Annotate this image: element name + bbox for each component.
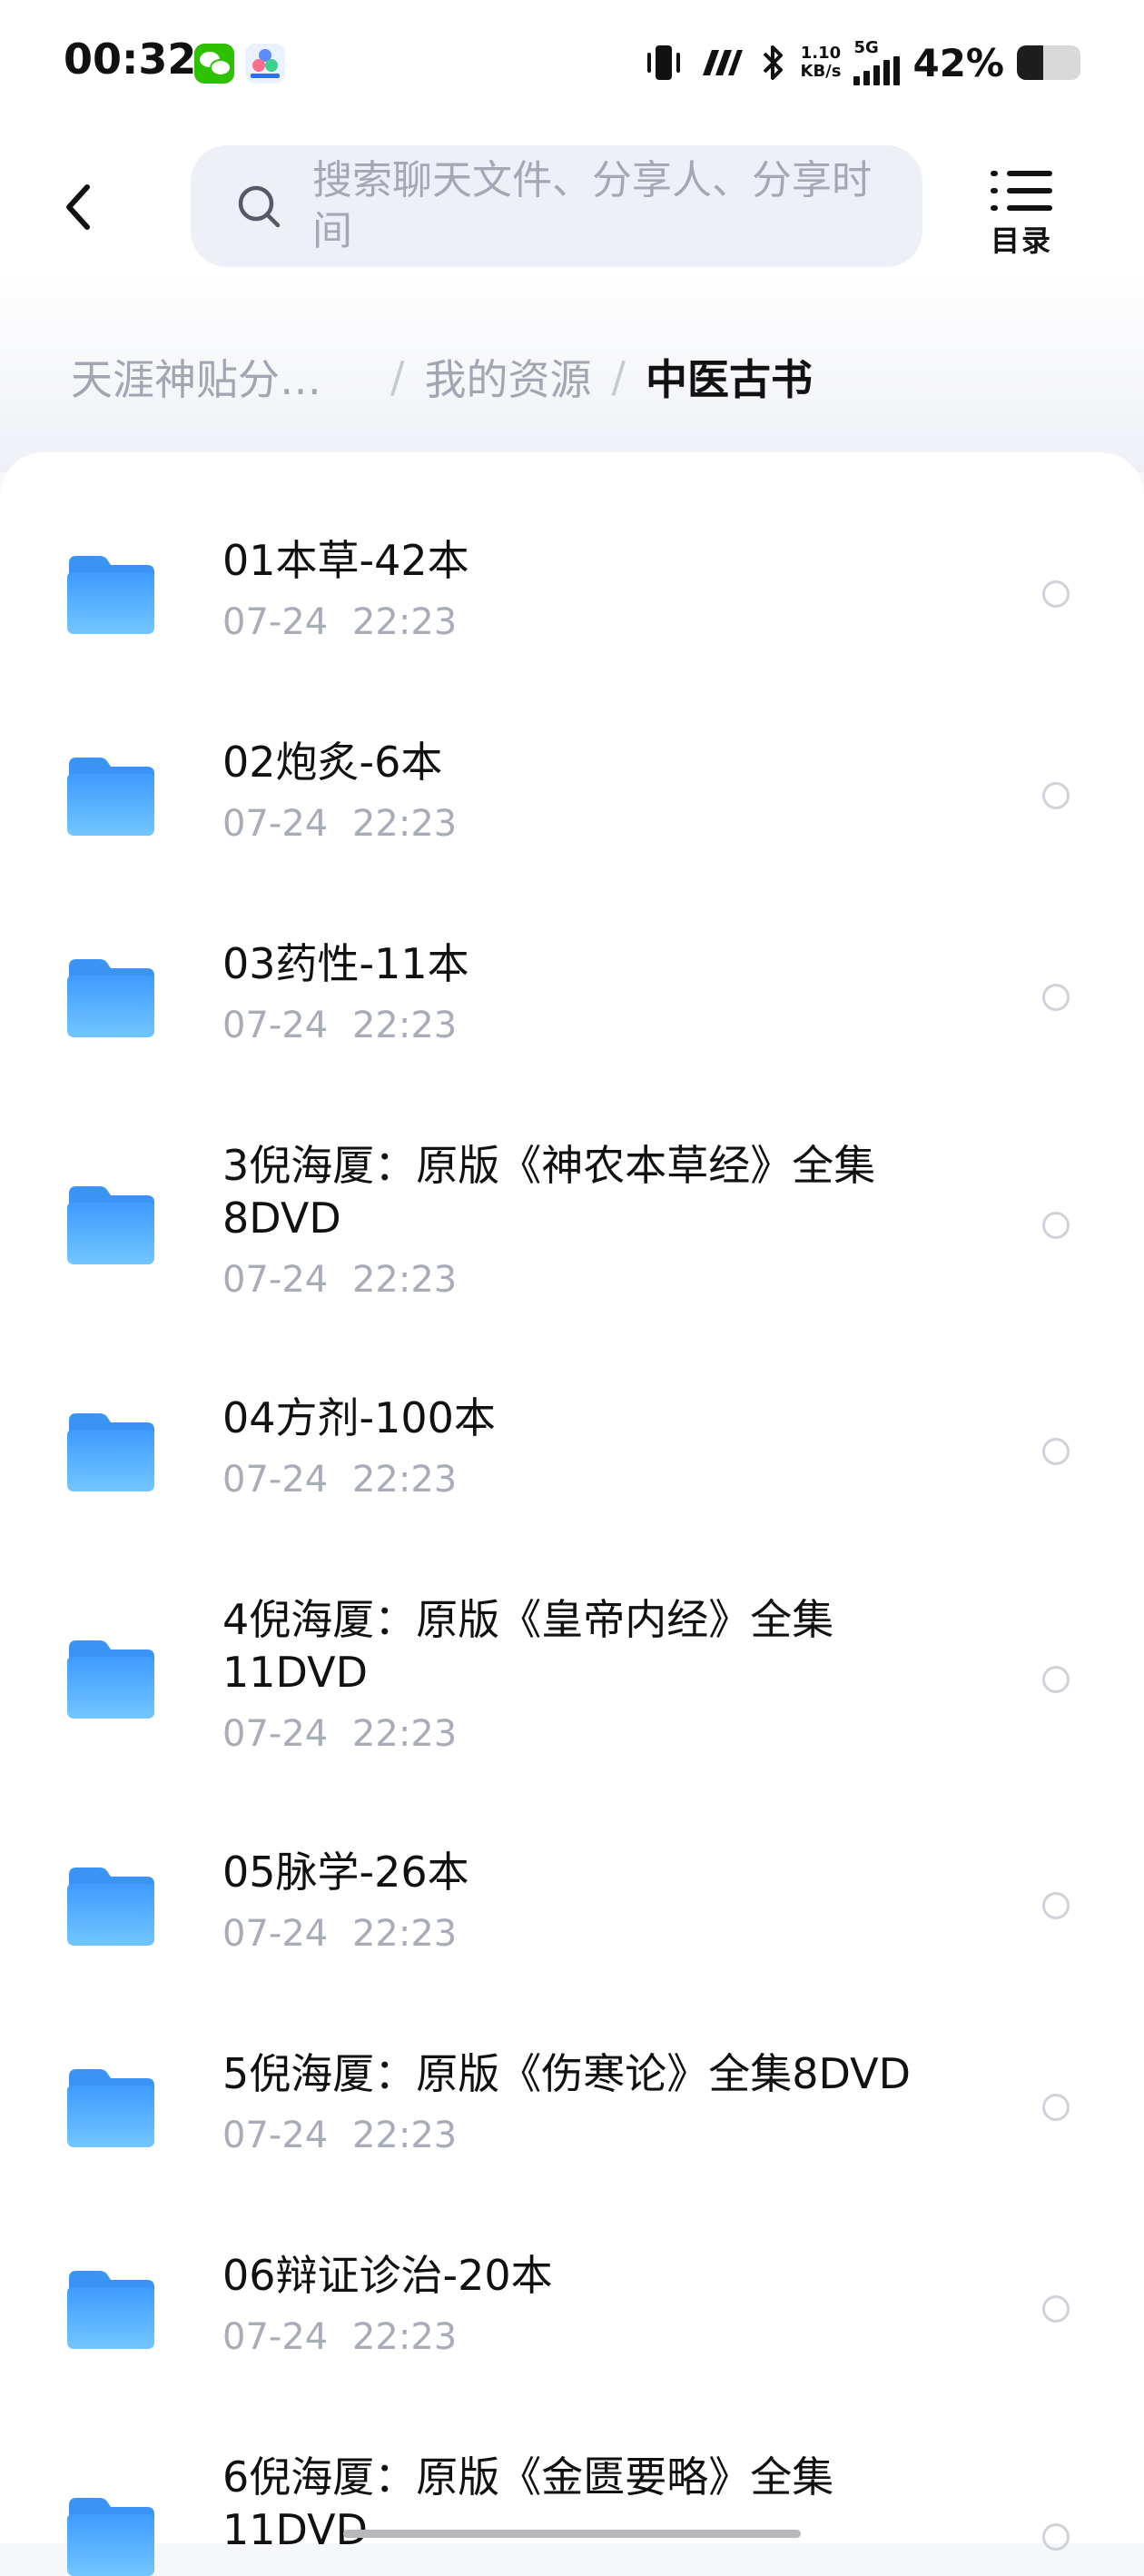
folder-icon bbox=[67, 2069, 154, 2147]
breadcrumb-separator: / bbox=[611, 352, 626, 401]
file-row[interactable]: 06辩证诊治-20本 07-24 22:23 bbox=[0, 2213, 1144, 2403]
signal-icon: 5G bbox=[853, 38, 901, 85]
file-row[interactable]: 04方剂-100本 07-24 22:23 bbox=[0, 1355, 1144, 1546]
select-radio[interactable] bbox=[1042, 1212, 1070, 1239]
file-date: 07-24 22:23 bbox=[222, 2316, 458, 2358]
status-time: 00:32 bbox=[64, 35, 197, 84]
folder-icon bbox=[67, 1413, 154, 1491]
vibrate-icon bbox=[646, 45, 680, 80]
folder-icon bbox=[67, 1186, 154, 1264]
select-radio[interactable] bbox=[1042, 2094, 1070, 2121]
file-date: 07-24 22:23 bbox=[222, 1913, 458, 1955]
file-row[interactable]: 02炮炙-6本 07-24 22:23 bbox=[0, 699, 1144, 890]
select-radio[interactable] bbox=[1042, 1666, 1070, 1693]
file-name: 3倪海厦：原版《神农本草经》全集8DVD bbox=[222, 1141, 876, 1243]
home-indicator[interactable] bbox=[343, 2530, 801, 2538]
network-type: 5G bbox=[853, 38, 879, 57]
search-input[interactable] bbox=[312, 155, 893, 257]
breadcrumb-separator: / bbox=[390, 352, 405, 401]
file-name: 05脉学-26本 bbox=[222, 1848, 469, 1897]
folder-icon bbox=[67, 1868, 154, 1946]
file-row[interactable]: 05脉学-26本 07-24 22:23 bbox=[0, 1809, 1144, 2000]
file-date: 07-24 22:23 bbox=[222, 803, 458, 845]
file-name: 6倪海厦：原版《金匮要略》全集11DVD bbox=[222, 2452, 834, 2554]
baidu-netdisk-icon bbox=[245, 44, 285, 84]
file-row[interactable]: 4倪海厦：原版《皇帝内经》全集11DVD 07-24 22:23 bbox=[0, 1557, 1144, 1798]
file-row[interactable]: 5倪海厦：原版《伤寒论》全集8DVD 07-24 22:23 bbox=[0, 2011, 1144, 2202]
folder-icon bbox=[67, 1640, 154, 1719]
wechat-icon bbox=[194, 44, 234, 84]
status-indicators: 1.10 KB/s 5G 42% bbox=[643, 31, 1080, 94]
network-speed: 1.10 KB/s bbox=[801, 45, 842, 81]
search-bar[interactable] bbox=[191, 145, 922, 267]
status-bar: 00:32 1.10 KB/s 5G 42% bbox=[0, 0, 1144, 127]
network-speed-value: 1.10 bbox=[800, 44, 842, 63]
search-icon bbox=[238, 185, 281, 228]
folder-icon bbox=[67, 959, 154, 1037]
breadcrumb-item-my-resources[interactable]: 我的资源 bbox=[425, 347, 592, 407]
toc-button[interactable]: 目录 bbox=[981, 171, 1062, 262]
list-icon bbox=[991, 171, 1052, 211]
file-row[interactable]: 6倪海厦：原版《金匮要略》全集11DVD bbox=[0, 2414, 1144, 2576]
bluetooth-icon bbox=[763, 45, 783, 80]
file-row[interactable]: 3倪海厦：原版《神农本草经》全集8DVD 07-24 22:23 bbox=[0, 1103, 1144, 1344]
file-date: 07-24 22:23 bbox=[222, 1459, 458, 1501]
file-date: 07-24 22:23 bbox=[222, 1005, 458, 1046]
folder-icon bbox=[67, 758, 154, 836]
folder-icon bbox=[67, 2498, 154, 2576]
file-date: 07-24 22:23 bbox=[222, 601, 458, 643]
toc-label: 目录 bbox=[990, 223, 1052, 258]
select-radio[interactable] bbox=[1042, 2523, 1070, 2551]
network-speed-unit: KB/s bbox=[800, 62, 842, 81]
battery-percentage: 42% bbox=[912, 40, 1004, 85]
select-radio[interactable] bbox=[1042, 1892, 1070, 1919]
select-radio[interactable] bbox=[1042, 580, 1070, 608]
nfc-icon bbox=[702, 50, 743, 75]
chevron-left-icon bbox=[66, 184, 90, 230]
file-row[interactable]: 01本草-42本 07-24 22:23 bbox=[0, 498, 1144, 689]
select-radio[interactable] bbox=[1042, 2295, 1070, 2323]
select-radio[interactable] bbox=[1042, 782, 1070, 809]
file-name: 03药性-11本 bbox=[222, 939, 469, 988]
breadcrumb: 天涯神贴分… / 我的资源 / 中医古书 bbox=[71, 345, 813, 409]
battery-icon bbox=[1017, 45, 1080, 80]
select-radio[interactable] bbox=[1042, 1438, 1070, 1465]
file-name: 02炮炙-6本 bbox=[222, 738, 443, 787]
back-button[interactable] bbox=[51, 173, 105, 242]
folder-icon bbox=[67, 556, 154, 634]
file-name: 04方剂-100本 bbox=[222, 1393, 496, 1442]
file-date: 07-24 22:23 bbox=[222, 1713, 458, 1755]
file-row[interactable]: 03药性-11本 07-24 22:23 bbox=[0, 901, 1144, 1092]
file-name: 5倪海厦：原版《伤寒论》全集8DVD bbox=[222, 2049, 912, 2098]
file-date: 07-24 22:23 bbox=[222, 1259, 458, 1301]
file-name: 01本草-42本 bbox=[222, 536, 469, 585]
file-name: 06辩证诊治-20本 bbox=[222, 2251, 553, 2300]
folder-icon bbox=[67, 2271, 154, 2349]
file-list-card: 01本草-42本 07-24 22:23 02炮炙-6本 07-24 22:23… bbox=[0, 452, 1144, 2576]
breadcrumb-item-current: 中医古书 bbox=[646, 355, 813, 404]
select-radio[interactable] bbox=[1042, 984, 1070, 1011]
file-date: 07-24 22:23 bbox=[222, 2115, 458, 2156]
breadcrumb-item-root[interactable]: 天涯神贴分… bbox=[71, 347, 370, 407]
file-name: 4倪海厦：原版《皇帝内经》全集11DVD bbox=[222, 1595, 834, 1697]
